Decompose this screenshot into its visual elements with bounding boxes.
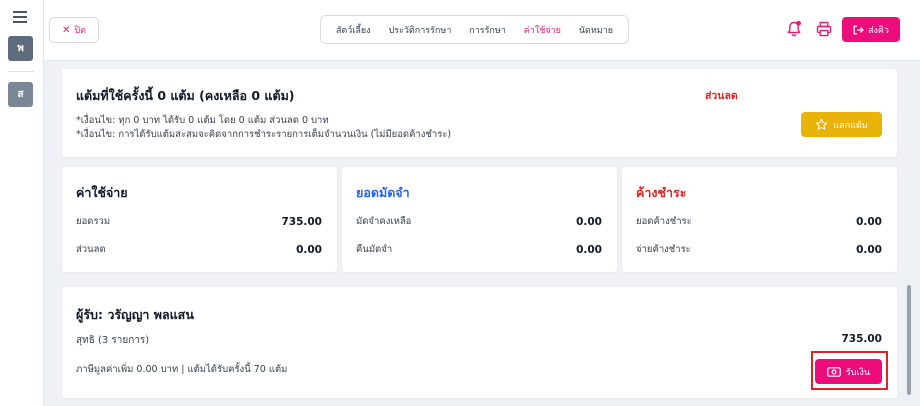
pay-outstanding-value: 0.00 [856,243,882,256]
net-label: สุทธิ (3 รายการ) [76,335,150,346]
cash-icon [827,366,841,377]
expense-discount-label: ส่วนลด [76,244,106,255]
deposit-refund-row: คืนมัดจำ 0.00 [356,242,602,257]
expenses-title: ค่าใช้จ่าย [76,185,128,200]
tab-pets[interactable]: สัตว์เลี้ยง [336,23,371,37]
deposit-title: ยอดมัดจำ [356,185,410,200]
outstanding-row: ยอดค้างชำระ 0.00 [636,214,882,229]
receiver-title: ผู้รับ: วรัญญา พลแสน [76,307,194,322]
pay-outstanding-row: จ่ายค้างชำระ 0.00 [636,242,882,257]
expense-discount-row: ส่วนลด 0.00 [76,242,322,257]
deposit-refund-label: คืนมัดจำ [356,244,393,255]
outstanding-title: ค้างชำระ [636,185,687,200]
total-value: 735.00 [281,215,322,228]
points-card: แต้มที่ใช้ครั้งนี้ 0 แต้ม (คงเหลือ 0 แต้… [62,69,897,157]
outstanding-card: ค้างชำระ ยอดค้างชำระ 0.00 จ่ายค้างชำระ 0… [622,167,897,272]
sidebar-divider [8,71,34,72]
tab-treatment[interactable]: การรักษา [469,23,506,37]
vat-points-text: ภาษีมูลค่าเพิ่ม 0.00 บาท | แต้มได้รับครั… [76,364,288,375]
redeem-label: แลกแต้ม [833,120,868,131]
net-total-row: สุทธิ (3 รายการ) 735.00 [76,333,882,348]
total-label: ยอดรวม [76,216,111,227]
receiver-card: ผู้รับ: วรัญญา พลแสน สุทธิ (3 รายการ) 73… [62,287,897,398]
net-value: 735.00 [841,333,882,345]
pay-outstanding-label: จ่ายค้างชำระ [636,244,691,255]
bell-icon[interactable] [786,20,802,38]
redeem-points-button[interactable]: แลกแต้ม [801,112,882,137]
send-queue-button[interactable]: ส่งคิว [842,17,900,42]
send-icon [853,25,864,34]
close-button[interactable]: ✕ ปิด [49,17,99,43]
points-title: แต้มที่ใช้ครั้งนี้ 0 แต้ม (คงเหลือ 0 แต้… [76,88,295,103]
avatar[interactable]: พ [8,36,33,61]
deposit-remaining-label: มัดจำคงเหลือ [356,216,412,227]
points-condition-2: *เงื่อนไข: การได้รับแต้มสะสมจะคิดจากการช… [76,129,452,140]
deposit-remaining-value: 0.00 [576,215,602,228]
deposit-refund-value: 0.00 [576,243,602,256]
scrollbar[interactable] [907,285,911,395]
outstanding-label: ยอดค้างชำระ [636,216,692,227]
close-label: ปิด [74,26,86,36]
deposit-remaining-row: มัดจำคงเหลือ 0.00 [356,214,602,229]
receive-payment-button[interactable]: รับเงิน [815,359,882,384]
expense-discount-value: 0.00 [296,243,322,256]
discount-label: ส่วนลด [705,90,738,102]
printer-icon[interactable] [816,21,832,37]
sidebar: พ ส [0,0,44,406]
expenses-card: ค่าใช้จ่าย ยอดรวม 735.00 ส่วนลด 0.00 [62,167,337,272]
deposit-card: ยอดมัดจำ มัดจำคงเหลือ 0.00 คืนมัดจำ 0.00 [342,167,617,272]
menu-icon[interactable] [13,11,27,23]
points-condition-1: *เงื่อนไข: ทุก 0 บาท ได้รับ 0 แต้ม โดย 0… [76,115,329,126]
close-icon: ✕ [62,24,71,36]
tab-history[interactable]: ประวัติการรักษา [388,23,451,37]
total-row: ยอดรวม 735.00 [76,214,322,229]
header: ✕ ปิด สัตว์เลี้ยง ประวัติการรักษา การรัก… [44,0,920,61]
tab-bar: สัตว์เลี้ยง ประวัติการรักษา การรักษา ค่า… [320,15,629,44]
outstanding-value: 0.00 [856,215,882,228]
receive-label: รับเงิน [845,367,871,378]
sidebar-item[interactable]: ส [8,82,33,107]
tab-expenses[interactable]: ค่าใช้จ่าย [524,23,561,37]
tab-appointments[interactable]: นัดหมาย [579,23,613,37]
send-queue-label: ส่งคิว [868,25,889,36]
star-icon [816,118,828,130]
